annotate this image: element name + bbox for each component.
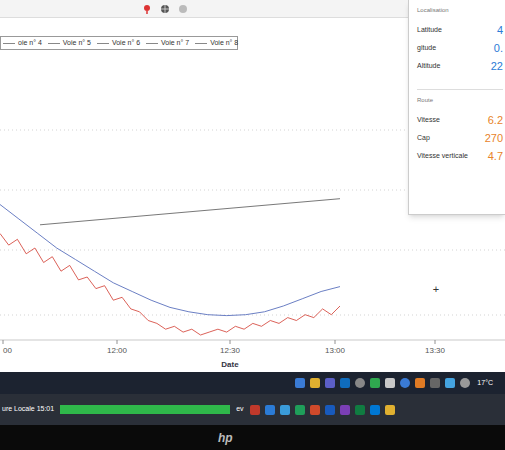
series-line [0, 205, 340, 316]
tick-label: 00 [3, 346, 12, 355]
taskbar: 17°C [0, 372, 505, 394]
tick-label: 13:00 [325, 346, 346, 355]
app-icon[interactable] [280, 405, 290, 415]
chart-window: 00 12:00 12:30 13:00 13:30 Date + oie n° 4 Voie… [0, 0, 505, 372]
info-value: 6.2 [488, 112, 503, 129]
circle-icon[interactable] [178, 4, 188, 14]
app-icon[interactable] [295, 405, 305, 415]
legend-line-icon [146, 43, 158, 44]
info-label: Altitude [417, 61, 440, 72]
status-text: ure Locale 15:01 [2, 404, 54, 415]
globe-icon[interactable] [160, 4, 170, 14]
legend-label: Voie n° 8 [210, 38, 238, 49]
legend: oie n° 4 Voie n° 5 Voie n° 6 Voie n° 7 Voie … [0, 36, 238, 50]
legend-label: Voie n° 5 [63, 38, 91, 49]
monitor-bezel: hp [0, 425, 505, 450]
cursor: + [433, 283, 439, 295]
info-value: 0. [494, 40, 503, 57]
legend-item[interactable]: Voie n° 8 [195, 38, 238, 49]
app-icon[interactable] [250, 405, 260, 415]
app-icon[interactable] [265, 405, 275, 415]
tick-mark [3, 340, 4, 344]
x-axis [0, 340, 505, 341]
legend-label: Voie n° 7 [161, 38, 189, 49]
app-icon[interactable] [445, 378, 455, 388]
teams-icon[interactable] [325, 378, 335, 388]
info-row: Latitude 4 [417, 21, 503, 39]
legend-item[interactable]: Voie n° 7 [146, 38, 189, 49]
section-title: Route [417, 96, 503, 105]
legend-item[interactable]: Voie n° 5 [48, 38, 91, 49]
tick-mark [117, 340, 118, 344]
app-icon[interactable] [370, 378, 380, 388]
app-icon[interactable] [310, 405, 320, 415]
grid-line [0, 315, 505, 316]
app-icon[interactable] [400, 378, 410, 388]
series-line [0, 234, 340, 336]
legend-label: oie n° 4 [18, 38, 42, 49]
section-title: Localisation [417, 6, 503, 15]
info-value: 4 [497, 22, 503, 39]
app-icon[interactable] [430, 378, 440, 388]
tick-label: 13:30 [425, 346, 446, 355]
tick-mark [435, 340, 436, 344]
app-icon[interactable] [355, 378, 365, 388]
info-panel: Localisation Latitude 4 gitude 0. Altitude 22 R… [408, 0, 505, 215]
legend-item[interactable]: Voie n° 6 [97, 38, 140, 49]
folder-icon[interactable] [310, 378, 320, 388]
app-icon[interactable] [385, 378, 395, 388]
series-line [40, 199, 340, 225]
app-icon[interactable] [460, 378, 470, 388]
legend-line-icon [3, 43, 15, 44]
app-icon[interactable] [370, 405, 380, 415]
tick-mark [335, 340, 336, 344]
legend-line-icon [48, 43, 60, 44]
tick-label: 12:30 [220, 346, 241, 355]
word-icon[interactable] [325, 405, 335, 415]
axis-title: Date [221, 360, 239, 369]
panel-section: Localisation Latitude 4 gitude 0. Altitude 22 [417, 6, 503, 75]
progress-fill [60, 405, 230, 414]
app-icon[interactable] [415, 378, 425, 388]
info-value: 4.7 [488, 148, 503, 165]
info-value: 270 [485, 130, 503, 147]
progress-track [60, 405, 230, 414]
info-row: gitude 0. [417, 39, 503, 57]
grid-line [0, 250, 505, 251]
app-icon[interactable] [340, 405, 350, 415]
info-label: gitude [417, 43, 436, 54]
info-label: Vitesse [417, 115, 440, 126]
weather[interactable]: 17°C [475, 378, 495, 389]
legend-label: Voie n° 6 [112, 38, 140, 49]
app-icon[interactable] [295, 378, 305, 388]
pin-icon[interactable] [142, 4, 152, 14]
app-icon[interactable] [385, 405, 395, 415]
excel-icon[interactable] [355, 405, 365, 415]
info-row: Altitude 22 [417, 57, 503, 75]
tick-mark [230, 340, 231, 344]
info-row: Cap 270 [417, 129, 503, 147]
status-bar: ure Locale 15:01 ev [0, 394, 505, 425]
legend-line-icon [195, 43, 207, 44]
tick-label: 12:00 [107, 346, 128, 355]
info-row: Vitesse 6.2 [417, 111, 503, 129]
info-value: 22 [491, 58, 503, 75]
panel-section: Route Vitesse 6.2 Cap 270 Vitesse verticale 4.… [417, 89, 503, 165]
legend-line-icon [97, 43, 109, 44]
info-label: Vitesse verticale [417, 151, 468, 162]
brand-logo: hp [218, 429, 233, 447]
status-label: ev [236, 404, 243, 415]
outlook-icon[interactable] [340, 378, 350, 388]
info-label: Cap [417, 133, 430, 144]
legend-item[interactable]: oie n° 4 [3, 38, 42, 49]
info-row: Vitesse verticale 4.7 [417, 147, 503, 165]
info-label: Latitude [417, 25, 442, 36]
